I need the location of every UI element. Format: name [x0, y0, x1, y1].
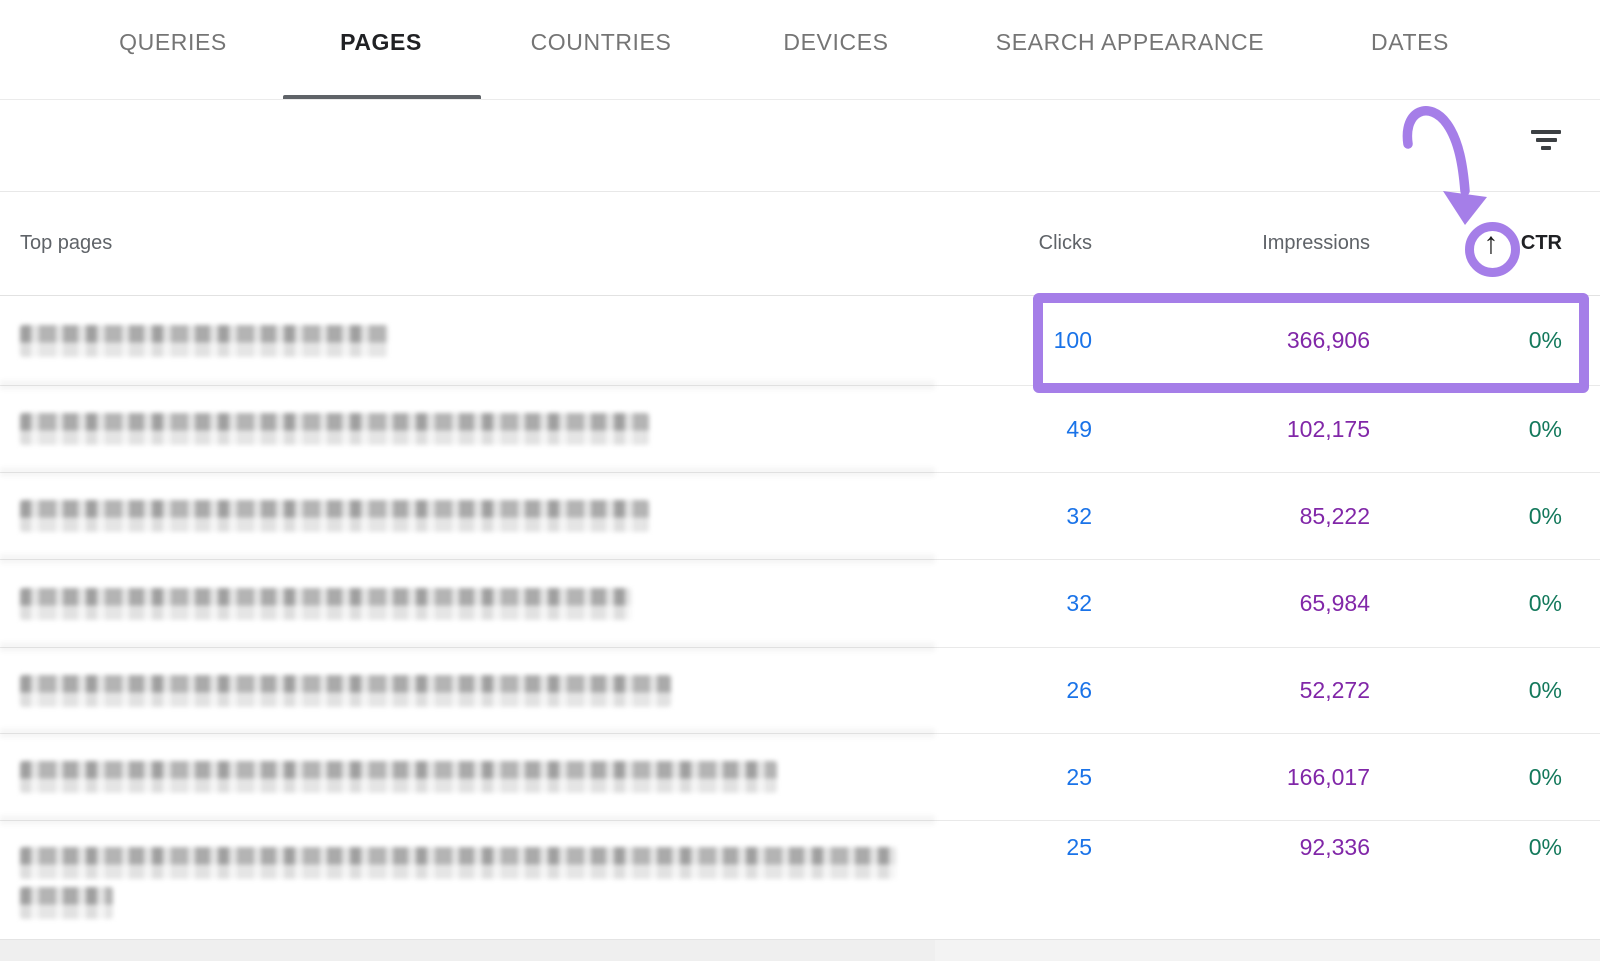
impressions-value: 166,017 — [1092, 764, 1370, 791]
column-header-clicks[interactable]: Clicks — [942, 232, 1092, 255]
table-footer-strip — [0, 939, 1600, 961]
ctr-value: 0% — [1370, 677, 1562, 704]
tab-countries[interactable]: COUNTRIES — [531, 0, 672, 84]
ctr-value: 0% — [1370, 764, 1562, 791]
page-url-blurred[interactable] — [20, 588, 942, 620]
tab-dates[interactable]: DATES — [1371, 0, 1449, 84]
blurred-url-text — [20, 500, 649, 532]
column-header-impressions[interactable]: Impressions — [1092, 232, 1370, 255]
table-row[interactable]: 3265,9840% — [0, 559, 1600, 647]
clicks-value[interactable]: 49 — [942, 416, 1092, 443]
blurred-url-text — [20, 675, 671, 707]
table-row[interactable]: 2592,3360% — [0, 820, 1600, 939]
ctr-value: 0% — [1370, 590, 1562, 617]
ctr-value: 0% — [1370, 503, 1562, 530]
page-url-blurred[interactable] — [20, 834, 942, 919]
column-header-ctr[interactable]: CTR — [1521, 232, 1562, 255]
report-dimension-tabs: QUERIES PAGES COUNTRIES DEVICES SEARCH APPEA… — [0, 0, 1600, 100]
table-header-row: Top pages Clicks Impressions ↑ CTR — [0, 192, 1600, 296]
ctr-value: 0% — [1370, 834, 1562, 861]
table-toolbar — [0, 100, 1600, 192]
impressions-value: 92,336 — [1092, 834, 1370, 861]
blurred-url-text — [20, 761, 777, 793]
page-url-blurred[interactable] — [20, 413, 942, 445]
tab-devices[interactable]: DEVICES — [783, 0, 888, 84]
page-url-blurred[interactable] — [20, 500, 942, 532]
table-row[interactable]: 2652,2720% — [0, 647, 1600, 733]
table-row[interactable]: 49102,1750% — [0, 385, 1600, 472]
column-header-ctr-group: ↑ CTR — [1370, 229, 1562, 259]
ctr-value: 0% — [1370, 327, 1562, 354]
clicks-value[interactable]: 25 — [942, 764, 1092, 791]
clicks-value[interactable]: 32 — [942, 590, 1092, 617]
clicks-value[interactable]: 100 — [942, 327, 1092, 354]
table-body: 100366,9060%49102,1750%3285,2220%3265,98… — [0, 296, 1600, 939]
blurred-url-text — [20, 847, 896, 879]
clicks-value[interactable]: 25 — [942, 834, 1092, 861]
column-header-top-pages[interactable]: Top pages — [20, 232, 942, 255]
impressions-value: 85,222 — [1092, 503, 1370, 530]
clicks-value[interactable]: 26 — [942, 677, 1092, 704]
clicks-value[interactable]: 32 — [942, 503, 1092, 530]
filter-rows-icon[interactable] — [1530, 130, 1562, 156]
page-url-blurred[interactable] — [20, 761, 942, 793]
impressions-value: 102,175 — [1092, 416, 1370, 443]
blurred-url-text — [20, 588, 631, 620]
sort-ascending-arrow-icon[interactable]: ↑ — [1478, 229, 1504, 259]
tab-pages[interactable]: PAGES — [340, 0, 422, 84]
impressions-value: 52,272 — [1092, 677, 1370, 704]
table-row[interactable]: 25166,0170% — [0, 733, 1600, 820]
blurred-url-text — [20, 887, 113, 919]
tab-queries[interactable]: QUERIES — [119, 0, 227, 84]
blurred-url-text — [20, 413, 649, 445]
page-url-blurred[interactable] — [20, 325, 942, 357]
blurred-url-text — [20, 325, 388, 357]
page-url-blurred[interactable] — [20, 675, 942, 707]
impressions-value: 65,984 — [1092, 590, 1370, 617]
table-row[interactable]: 3285,2220% — [0, 472, 1600, 559]
active-tab-underline — [283, 95, 481, 99]
table-row[interactable]: 100366,9060% — [0, 296, 1600, 385]
tab-search-appearance[interactable]: SEARCH APPEARANCE — [996, 0, 1264, 84]
impressions-value: 366,906 — [1092, 327, 1370, 354]
ctr-value: 0% — [1370, 416, 1562, 443]
